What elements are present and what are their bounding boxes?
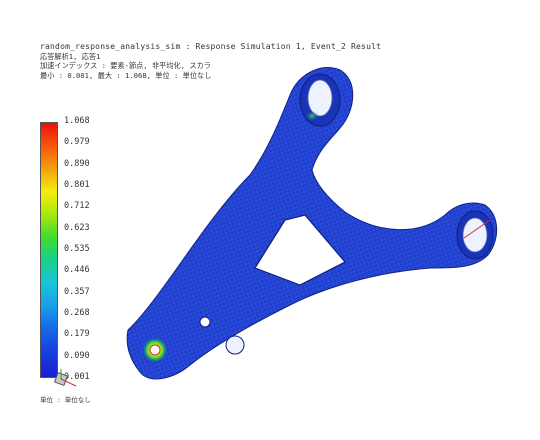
- mounting-hole-small: [199, 316, 211, 328]
- mounting-hole-large: [225, 335, 245, 355]
- units-footer: 単位 : 単位なし: [40, 396, 91, 404]
- mesh-viewport[interactable]: [0, 0, 540, 440]
- axis-triad-icon: [53, 369, 77, 387]
